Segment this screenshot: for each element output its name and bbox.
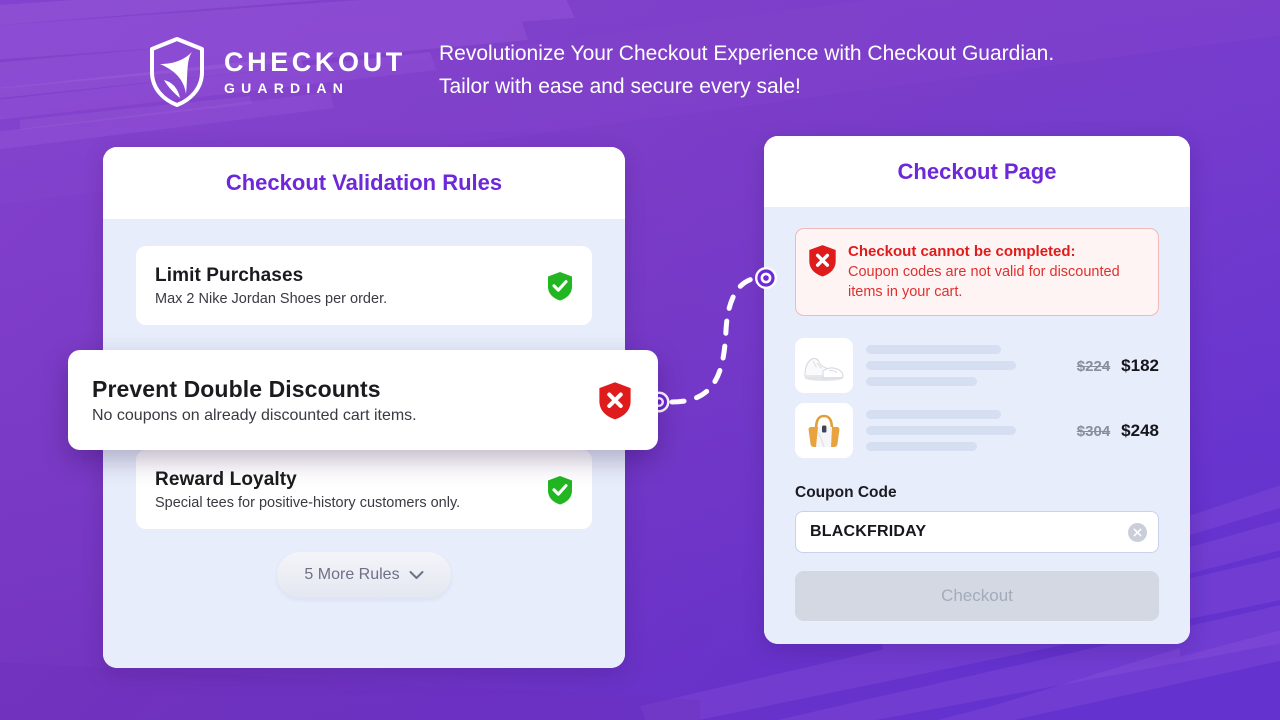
brand-name-primary: CHECKOUT <box>224 47 406 77</box>
checkout-error-alert: Checkout cannot be completed: Coupon cod… <box>795 228 1159 316</box>
rule-texts: Prevent Double Discounts No coupons on a… <box>92 376 417 425</box>
brand-name-secondary: GUARDIAN <box>224 80 350 96</box>
cart-items-list: $224 $182 $304 $248 <box>795 338 1159 458</box>
page-header: CHECKOUT GUARDIAN Revolutionize Your Che… <box>0 0 1280 140</box>
more-rules-button[interactable]: 5 More Rules <box>277 552 451 598</box>
original-price: $304 <box>1076 422 1111 440</box>
rule-title: Reward Loyalty <box>155 468 297 490</box>
chevron-down-icon <box>409 571 424 579</box>
cart-item-prices: $304 $248 <box>1077 421 1159 441</box>
coupon-code-field[interactable]: BLACKFRIDAY <box>795 511 1159 553</box>
discounted-price: $248 <box>1121 420 1159 440</box>
rule-description: Special tees for positive-history custom… <box>155 494 461 511</box>
rule-texts: Limit Purchases Max 2 Nike Jordan Shoes … <box>155 265 387 307</box>
rule-description: Max 2 Nike Jordan Shoes per order. <box>155 290 388 307</box>
rule-card-limit-purchases[interactable]: Limit Purchases Max 2 Nike Jordan Shoes … <box>136 246 592 325</box>
original-price: $224 <box>1076 357 1111 375</box>
brand-wordmark: CHECKOUT GUARDIAN <box>224 47 406 96</box>
alert-title: Checkout cannot be completed: <box>848 243 1076 260</box>
cart-item-prices: $224 $182 <box>1077 356 1159 376</box>
rule-title: Limit Purchases <box>155 264 304 286</box>
placeholder-bar <box>866 345 1001 354</box>
coupon-code-label: Coupon Code <box>795 484 897 501</box>
more-rules-container: 5 More Rules <box>136 552 592 598</box>
placeholder-bar <box>866 410 1001 419</box>
panel-title: Checkout Validation Rules <box>225 170 503 195</box>
brand-logo: CHECKOUT GUARDIAN <box>148 36 406 108</box>
rule-card-reward-loyalty[interactable]: Reward Loyalty Special tees for positive… <box>136 450 592 529</box>
cart-item-placeholder-text <box>866 345 1064 386</box>
white-sneakers-thumbnail <box>795 338 853 393</box>
cart-item-placeholder-text <box>866 410 1064 451</box>
shield-x-icon <box>809 245 836 277</box>
placeholder-bar <box>866 377 977 386</box>
alert-body: Coupon codes are not valid for discounte… <box>848 264 1120 300</box>
cart-item-row[interactable]: $304 $248 <box>795 403 1159 458</box>
alert-text: Checkout cannot be completed: Coupon cod… <box>848 241 1144 302</box>
checkout-button[interactable]: Checkout <box>795 571 1159 621</box>
rule-texts: Reward Loyalty Special tees for positive… <box>155 469 460 511</box>
shield-check-icon <box>548 271 572 300</box>
checkout-page-body: Checkout cannot be completed: Coupon cod… <box>764 207 1190 644</box>
header-tagline: Revolutionize Your Checkout Experience w… <box>439 37 1179 103</box>
shield-check-icon <box>548 475 572 504</box>
more-rules-label: 5 More Rules <box>304 566 400 583</box>
tagline-line-2: Tailor with ease and secure every sale! <box>439 75 801 98</box>
panel-title: Checkout Page <box>897 158 1057 184</box>
rule-title: Prevent Double Discounts <box>92 375 381 402</box>
clear-circle-icon[interactable] <box>1128 522 1147 542</box>
rule-description: No coupons on already discounted cart it… <box>92 406 417 424</box>
cart-item-row[interactable]: $224 $182 <box>795 338 1159 393</box>
placeholder-bar <box>866 442 977 451</box>
placeholder-bar <box>866 361 1017 370</box>
shield-x-icon <box>599 381 631 419</box>
discounted-price: $182 <box>1121 355 1159 375</box>
coupon-code-input[interactable]: BLACKFRIDAY <box>810 523 1128 541</box>
checkout-page-header: Checkout Page <box>764 136 1190 207</box>
checkout-page-panel: Checkout Page Checkout cannot be complet… <box>764 136 1190 644</box>
tagline-line-1: Revolutionize Your Checkout Experience w… <box>439 42 1055 65</box>
validation-rules-header: Checkout Validation Rules <box>103 147 625 219</box>
handbag-thumbnail <box>795 403 853 458</box>
rule-card-prevent-double-discounts[interactable]: Prevent Double Discounts No coupons on a… <box>68 350 658 450</box>
placeholder-bar <box>866 426 1017 435</box>
shield-icon <box>150 37 204 107</box>
